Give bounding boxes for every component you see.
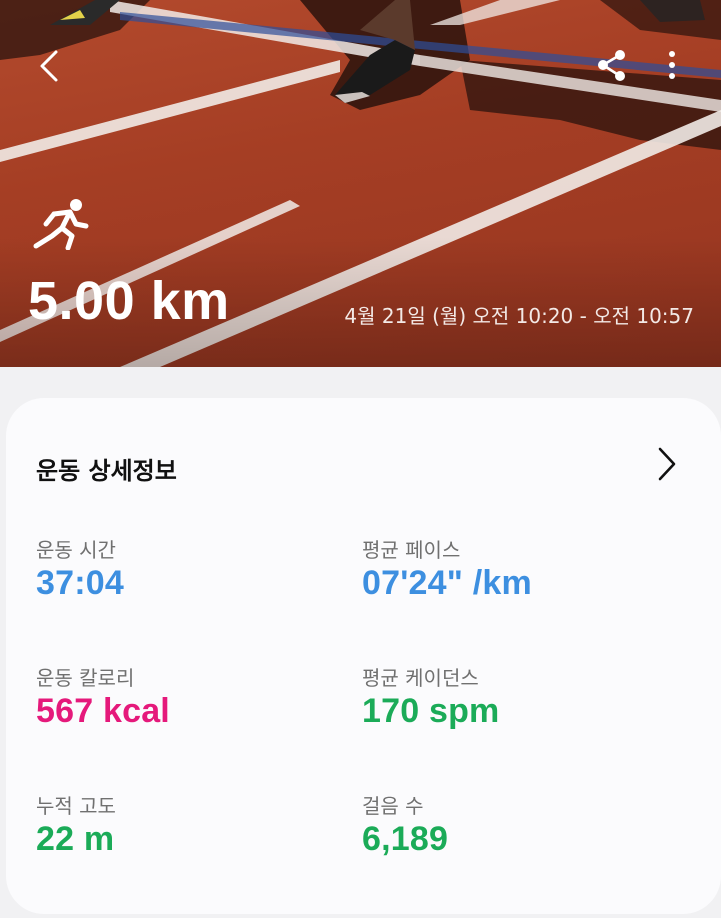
more-vertical-icon: [669, 51, 675, 79]
share-icon: [598, 50, 625, 81]
stat-value-steps: 6,189: [362, 820, 449, 858]
back-button[interactable]: [30, 46, 70, 86]
workout-details-card[interactable]: 운동 상세정보 운동 시간 37:04 평균 페이스 07'24" /km 운동…: [6, 398, 721, 914]
more-options-button[interactable]: [658, 46, 686, 86]
chevron-right-icon: [658, 447, 676, 481]
chevron-left-icon: [40, 50, 58, 82]
stat-label-pace: 평균 페이스: [362, 538, 461, 562]
stat-value-cadence: 170 spm: [362, 692, 500, 730]
stat-value-duration: 37:04: [36, 564, 124, 602]
distance-value: 5.00 km: [28, 271, 230, 331]
details-chevron-button[interactable]: [652, 444, 680, 484]
running-icon: [33, 199, 89, 250]
stat-value-calories: 567 kcal: [36, 692, 170, 730]
workout-datetime: 4월 21일 (월) 오전 10:20 - 오전 10:57: [344, 304, 694, 328]
stat-label-duration: 운동 시간: [36, 538, 116, 562]
stat-label-elevation: 누적 고도: [36, 794, 116, 818]
stat-label-calories: 운동 칼로리: [36, 666, 135, 690]
stat-label-steps: 걸음 수: [362, 794, 424, 818]
share-button[interactable]: [594, 48, 630, 84]
stat-label-cadence: 평균 케이던스: [362, 666, 479, 690]
stat-value-elevation: 22 m: [36, 820, 115, 858]
header-photo: 5.00 km 4월 21일 (월) 오전 10:20 - 오전 10:57: [0, 0, 721, 367]
card-title: 운동 상세정보: [36, 457, 177, 485]
stat-value-pace: 07'24" /km: [362, 564, 532, 602]
